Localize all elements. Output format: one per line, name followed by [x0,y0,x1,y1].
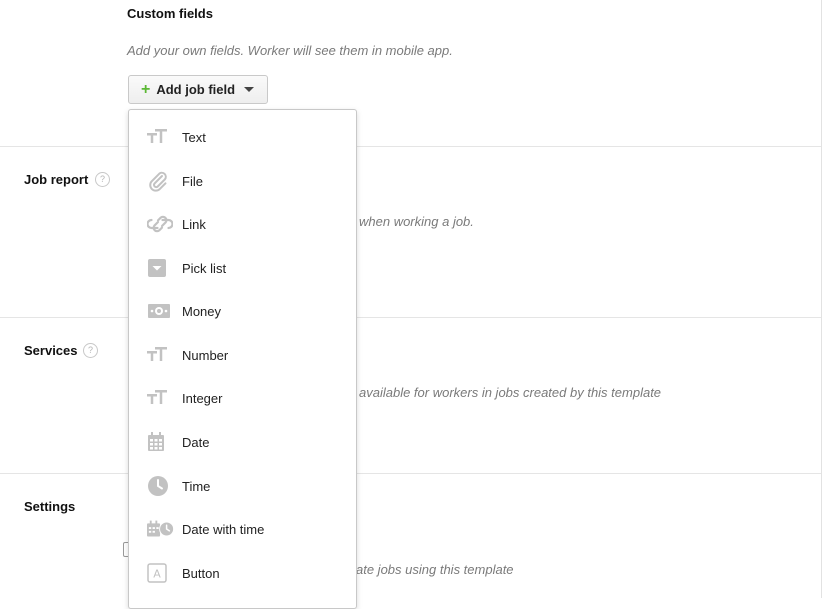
menu-item-number[interactable]: Number [129,335,356,375]
custom-fields-title: Custom fields [127,6,213,21]
menu-item-text[interactable]: Text [129,117,356,157]
menu-item-date-with-time[interactable]: Date with time [129,509,356,549]
menu-item-label: Time [182,478,211,494]
menu-item-label: Date with time [182,521,265,537]
section-divider [0,146,821,147]
menu-item-file[interactable]: File [129,161,356,201]
settings-title: Settings [24,499,76,514]
menu-item-label: Text [182,129,206,145]
job-report-help-icon[interactable]: ? [95,172,110,187]
services-help-icon[interactable]: ? [83,343,98,358]
menu-item-money[interactable]: Money [129,291,356,331]
menu-item-label: Money [182,303,222,319]
custom-fields-description: Add your own fields. Worker will see the… [127,43,453,58]
add-job-field-button[interactable]: + Add job field [128,75,268,104]
menu-item-date[interactable]: Date [129,422,356,462]
integer-icon [147,387,175,409]
menu-item-label: Number [182,347,229,363]
add-job-field-label: Add job field [156,82,236,97]
section-divider [0,317,821,318]
menu-item-label: Pick list [182,260,227,276]
pick-list-icon [147,257,175,279]
menu-item-time[interactable]: Time [129,466,356,506]
money-icon [147,300,175,322]
paperclip-icon [147,170,175,192]
caret-down-icon [244,87,255,92]
menu-item-label: Button [182,565,220,581]
menu-item-label: Integer [182,390,223,406]
button-icon: A [147,562,175,584]
menu-item-label: Date [182,434,210,450]
menu-item-label: Link [182,216,206,232]
menu-item-button[interactable]: A Button [129,553,356,593]
menu-item-integer[interactable]: Integer [129,378,356,418]
services-title: Services [24,343,78,358]
link-icon [147,213,175,235]
svg-text:A: A [153,568,161,581]
clock-icon [147,475,175,497]
menu-item-pick-list[interactable]: Pick list [129,248,356,288]
services-description: available for workers in jobs created by… [359,385,662,400]
content-right-border [821,0,822,598]
field-type-dropdown: Text File Link Pick list Money Number In… [128,109,357,609]
job-report-title: Job report [24,172,89,187]
calendar-clock-icon [147,518,175,540]
job-report-description: when working a job. [359,214,474,229]
plus-icon: + [141,80,151,98]
text-icon [147,126,175,148]
settings-description: ate jobs using this template [356,562,514,577]
menu-item-link[interactable]: Link [129,204,356,244]
number-icon [147,344,175,366]
calendar-icon [147,431,175,453]
menu-item-label: File [182,173,203,189]
section-divider [0,473,821,474]
